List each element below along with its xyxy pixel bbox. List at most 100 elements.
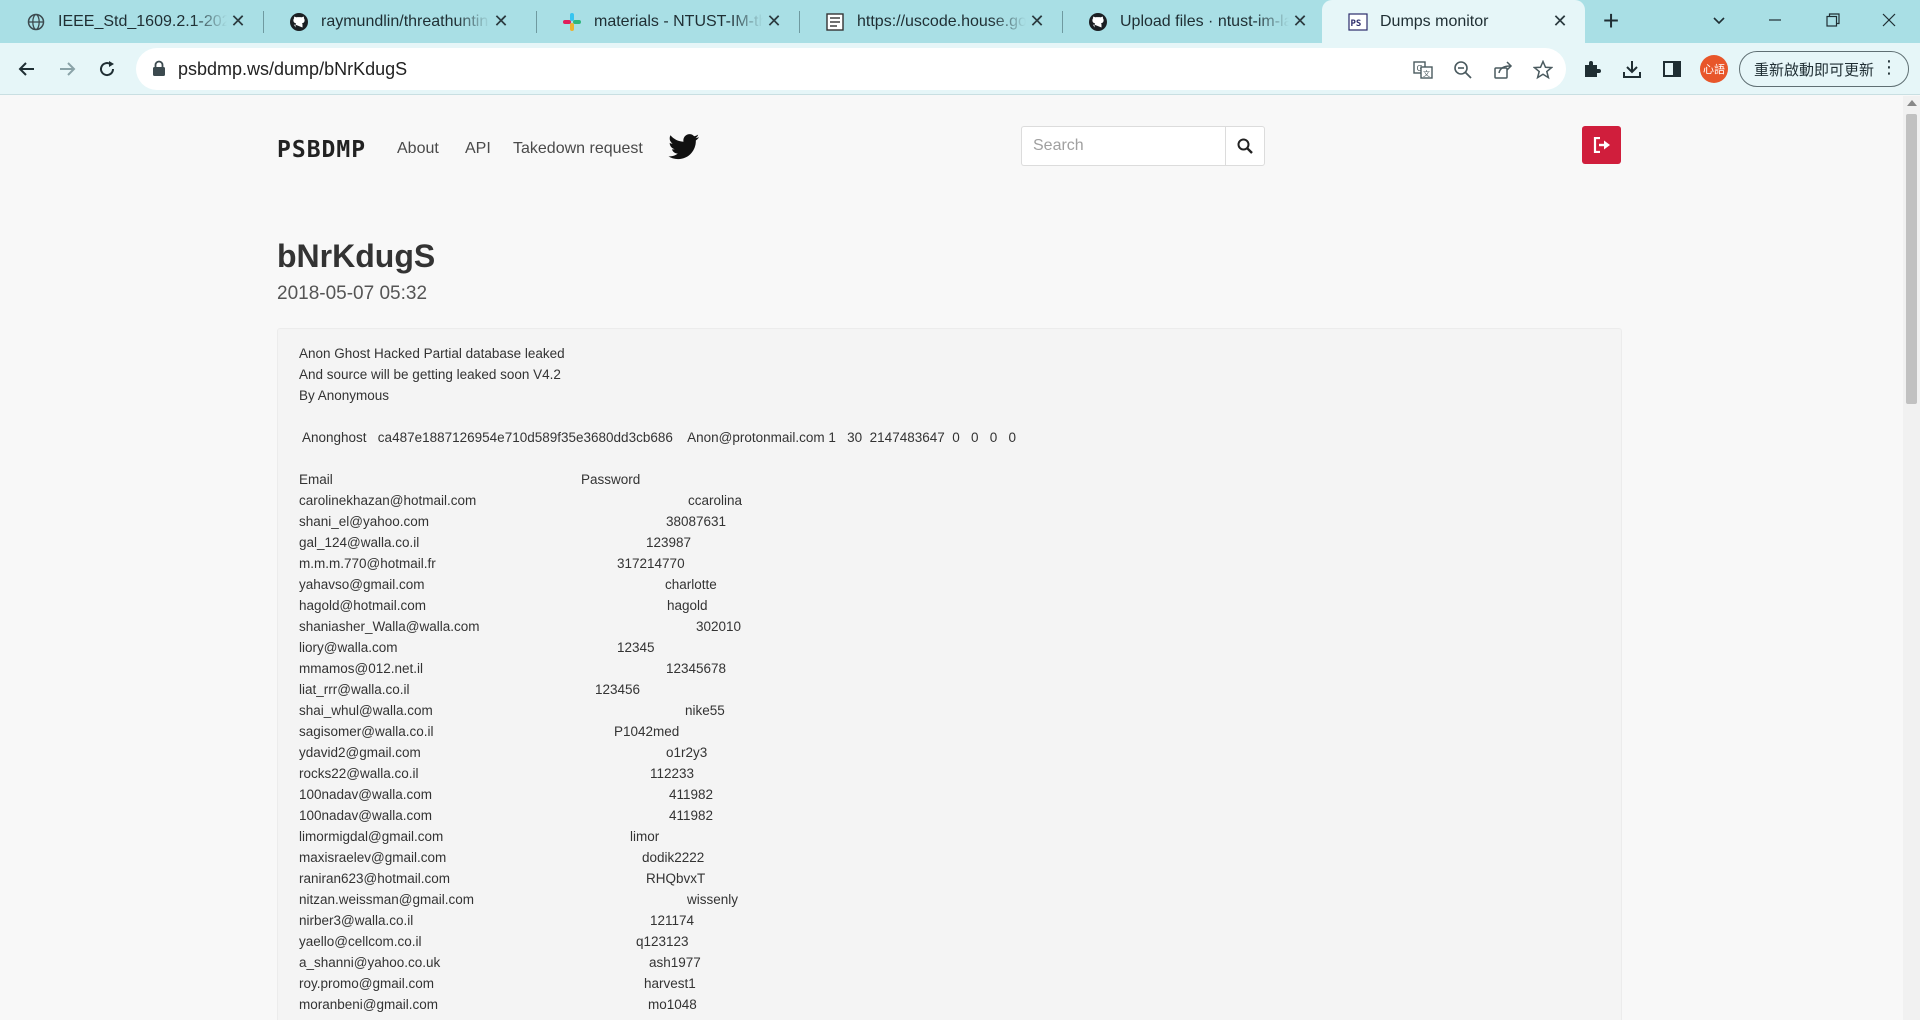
url-text[interactable]: psbdmp.ws/dump/bNrKdugS	[178, 59, 407, 80]
scroll-thumb[interactable]	[1906, 114, 1917, 404]
credential-row: 100nadav@walla.com 411982	[299, 787, 1099, 808]
dump-intro-line: And source will be getting leaked soon V…	[299, 367, 561, 382]
dump-date: 2018-05-07 05:32	[277, 283, 428, 304]
credential-password: 12345678	[666, 661, 727, 676]
dump-record-line: Anonghost ca487e1887126954e710d589f35e36…	[299, 430, 1017, 445]
chevron-down-icon	[1713, 17, 1725, 25]
credential-email: yahavso@gmail.com	[299, 577, 425, 592]
credential-password: P1042med	[614, 724, 680, 739]
tab-title: https://uscode.house.go	[857, 12, 1026, 30]
credential-password: 411982	[669, 808, 714, 823]
credential-password: 121174	[650, 913, 695, 928]
nav-link-about[interactable]: About	[397, 140, 439, 158]
credential-password: 302010	[696, 619, 742, 634]
forward-button[interactable]	[51, 53, 83, 85]
credential-row: a_shanni@yahoo.co.uk ash1977	[299, 955, 1099, 976]
close-icon[interactable]: ✕	[1549, 11, 1571, 33]
close-window-button[interactable]	[1866, 0, 1912, 40]
address-bar[interactable]: psbdmp.ws/dump/bNrKdugS G文	[136, 48, 1566, 90]
credential-row: mmamos@012.net.il 12345678	[299, 661, 1099, 682]
zoom-out-icon[interactable]	[1451, 58, 1475, 82]
new-tab-button[interactable]: +	[1596, 7, 1626, 36]
credential-password: 38087631	[666, 514, 727, 529]
profile-avatar[interactable]: 心語	[1700, 55, 1728, 83]
credential-password: 123456	[595, 682, 641, 697]
restore-button[interactable]	[1810, 0, 1856, 40]
credential-email: shai_whul@walla.com	[299, 703, 433, 718]
close-icon[interactable]: ✕	[1289, 11, 1311, 33]
sign-out-icon	[1593, 137, 1610, 153]
psbdmp-icon: PS	[1348, 12, 1368, 32]
credential-password: 123987	[646, 535, 692, 550]
uscode-icon	[825, 12, 845, 32]
credential-row: liat_rrr@walla.co.il 123456	[299, 682, 1099, 703]
arrow-right-icon	[60, 62, 76, 76]
tab-search-button[interactable]	[1696, 0, 1742, 40]
search-button[interactable]	[1225, 126, 1265, 166]
translate-icon[interactable]: G文	[1411, 58, 1435, 82]
close-icon[interactable]: ✕	[763, 11, 785, 33]
update-button[interactable]: 重新啟動即可更新 ⋮	[1739, 51, 1909, 87]
credential-email: roy.promo@gmail.com	[299, 976, 434, 991]
credential-row: raniran623@hotmail.com RHQbvxT	[299, 871, 1099, 892]
credential-email: nirber3@walla.co.il	[299, 913, 414, 928]
credential-row: shaniasher_Walla@walla.com 302010	[299, 619, 1099, 640]
search-form	[1021, 126, 1265, 166]
close-icon[interactable]: ✕	[1026, 11, 1048, 33]
credential-password: 411982	[669, 787, 714, 802]
credential-email: rocks22@walla.co.il	[299, 766, 419, 781]
minimize-button[interactable]	[1752, 0, 1798, 40]
credential-password: limor	[630, 829, 660, 844]
reload-icon	[100, 61, 115, 77]
credential-row: sagisomer@walla.co.il P1042med	[299, 724, 1099, 745]
credential-row: m.m.m.770@hotmail.fr 317214770	[299, 556, 1099, 577]
logout-button[interactable]	[1582, 126, 1621, 164]
back-button[interactable]	[11, 53, 43, 85]
tab-materials[interactable]: materials - NTUST-IM-th ✕	[536, 0, 799, 43]
extensions-icon[interactable]	[1580, 57, 1604, 81]
credential-password: nike55	[685, 703, 725, 718]
tab-title: materials - NTUST-IM-th	[594, 12, 763, 30]
twitter-icon[interactable]	[668, 134, 700, 165]
reload-button[interactable]	[91, 53, 123, 85]
site-logo[interactable]: PSBDMP	[277, 137, 366, 163]
tab-upload-files[interactable]: Upload files · ntust-im-la ✕	[1062, 0, 1325, 43]
share-icon[interactable]	[1491, 58, 1515, 82]
star-icon[interactable]	[1531, 58, 1555, 82]
credential-email: shaniasher_Walla@walla.com	[299, 619, 480, 634]
page-viewport: PSBDMP About API Takedown request bNrKdu…	[0, 96, 1903, 1020]
credential-email: maxisraelev@gmail.com	[299, 850, 447, 865]
credential-row: 100nadav@walla.com 411982	[299, 808, 1099, 829]
close-icon[interactable]: ✕	[490, 11, 512, 33]
credential-password: harvest1	[644, 976, 696, 991]
dump-intro-line: By Anonymous	[299, 388, 390, 403]
lock-icon[interactable]	[152, 60, 166, 82]
credential-row: maxisraelev@gmail.com dodik2222	[299, 850, 1099, 871]
nav-link-api[interactable]: API	[465, 140, 491, 158]
credential-password: wissenly	[687, 892, 739, 907]
scroll-up-arrow[interactable]	[1907, 100, 1917, 106]
credential-email: gal_124@walla.co.il	[299, 535, 420, 550]
tab-ieee[interactable]: IEEE_Std_1609.2.1-2022_ ✕	[0, 0, 263, 43]
page-scrollbar[interactable]	[1903, 96, 1920, 1020]
side-panel-icon[interactable]	[1660, 57, 1684, 81]
credential-email: 100nadav@walla.com	[299, 787, 433, 802]
nav-link-takedown[interactable]: Takedown request	[513, 140, 643, 158]
close-icon[interactable]: ✕	[227, 11, 249, 33]
credential-email: raniran623@hotmail.com	[299, 871, 451, 886]
dump-title: bNrKdugS	[277, 238, 436, 274]
download-icon[interactable]	[1620, 57, 1644, 81]
github-icon	[289, 12, 309, 32]
credential-row: nirber3@walla.co.il 121174	[299, 913, 1099, 934]
credential-email: limormigdal@gmail.com	[299, 829, 444, 844]
credential-email: yaello@cellcom.co.il	[299, 934, 422, 949]
arrow-left-icon	[18, 62, 34, 76]
tab-uscode[interactable]: https://uscode.house.go ✕	[799, 0, 1062, 43]
svg-text:文: 文	[1423, 69, 1430, 78]
svg-text:PS: PS	[1351, 19, 1362, 29]
tab-threathunting[interactable]: raymundlin/threathuntin ✕	[263, 0, 526, 43]
search-input[interactable]	[1021, 126, 1225, 166]
more-vertical-icon[interactable]: ⋮	[1880, 58, 1898, 78]
tab-dumps-monitor[interactable]: PS Dumps monitor ✕	[1322, 0, 1585, 43]
credential-password: hagold	[667, 598, 708, 613]
